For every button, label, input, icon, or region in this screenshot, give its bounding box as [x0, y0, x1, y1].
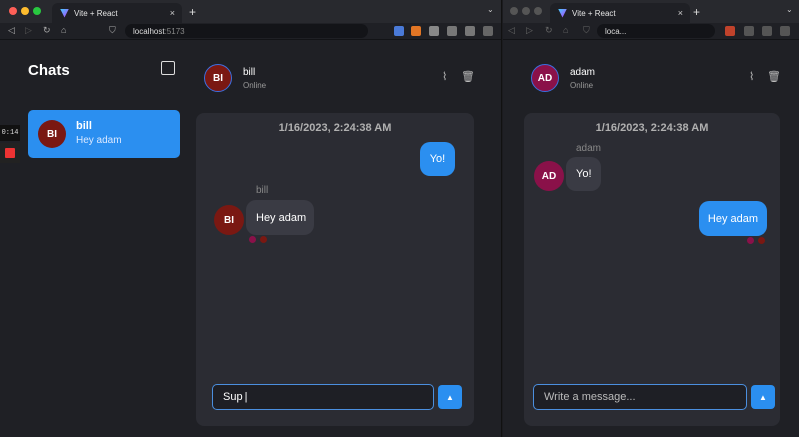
- message-sender: bill: [256, 185, 269, 196]
- read-receipt-avatar: [758, 237, 765, 244]
- bookmark-icon[interactable]: ⛉: [109, 25, 116, 36]
- tab-title: Vite + React: [572, 8, 616, 18]
- home-icon[interactable]: ⌂: [61, 25, 66, 35]
- message-input[interactable]: Sup |: [212, 384, 434, 410]
- chat-item-preview: Hey adam: [76, 135, 122, 146]
- contact-name: bill: [243, 67, 256, 78]
- wallet-icon[interactable]: [762, 26, 772, 36]
- chat-item-name: bill: [76, 120, 92, 132]
- close-tab-icon[interactable]: ×: [170, 8, 175, 18]
- forward-icon[interactable]: ▷: [526, 25, 533, 36]
- extensions-icon[interactable]: [744, 26, 754, 36]
- outgoing-message: Hey adam: [699, 201, 767, 236]
- menu-icon[interactable]: [780, 26, 790, 36]
- read-receipt-avatar: [260, 236, 267, 243]
- contact-status: Online: [243, 81, 267, 90]
- message-panel: 1/16/2023, 2:24:38 AM Yo! bill BI Hey ad…: [196, 113, 474, 426]
- vite-favicon-icon: [60, 8, 69, 18]
- right-browser-window: Vite + React × + ⌄ ◁ ▷ ↻ ⌂ ⛉ loca... AD …: [503, 0, 799, 437]
- zoom-window-button[interactable]: [33, 7, 41, 15]
- message-panel: 1/16/2023, 2:24:38 AM adam AD Yo! Hey ad…: [524, 113, 780, 426]
- app-page: AD adam Online ⌇ 🗑 1/16/2023, 2:24:38 AM…: [503, 41, 799, 437]
- new-tab-icon[interactable]: +: [189, 5, 196, 19]
- message-timestamp: 1/16/2023, 2:24:38 AM: [595, 122, 709, 134]
- compose-icon[interactable]: [161, 61, 175, 75]
- chat-header: BI bill Online ⌇ 🗑: [204, 57, 476, 97]
- chat-list-item[interactable]: BI bill Hey adam: [28, 110, 180, 158]
- contact-status: Online: [570, 81, 594, 90]
- minimize-window-button[interactable]: [522, 7, 530, 15]
- close-window-button[interactable]: [510, 7, 518, 15]
- send-button[interactable]: ▲: [751, 385, 775, 409]
- extensions-icon[interactable]: [429, 26, 439, 36]
- close-window-button[interactable]: [9, 7, 17, 15]
- tab-bar: Vite + React × + ⌄: [503, 0, 799, 23]
- reload-icon[interactable]: ↻: [43, 25, 51, 36]
- outgoing-message: Yo!: [420, 142, 455, 176]
- chat-sidebar: Chats BI bill Hey adam 0:14: [0, 41, 188, 437]
- forward-icon[interactable]: ▷: [25, 25, 32, 36]
- back-icon[interactable]: ◁: [508, 25, 515, 36]
- browser-tab[interactable]: Vite + React ×: [550, 3, 690, 23]
- sidebar-title: Chats: [28, 62, 70, 79]
- read-receipt-avatar: [249, 236, 256, 243]
- metamask-extension-icon[interactable]: [411, 26, 421, 36]
- reload-icon[interactable]: ↻: [545, 25, 553, 36]
- bookmark-icon[interactable]: ⛉: [583, 25, 590, 36]
- address-bar[interactable]: loca...: [597, 24, 715, 38]
- stop-recording-button[interactable]: [0, 143, 20, 163]
- sender-avatar: AD: [534, 161, 564, 191]
- browser-tab[interactable]: Vite + React ×: [52, 3, 182, 23]
- attach-icon[interactable]: ⌇: [442, 70, 447, 83]
- message-input[interactable]: Write a message...: [533, 384, 747, 410]
- zoom-window-button[interactable]: [534, 7, 542, 15]
- tab-title: Vite + React: [74, 8, 118, 18]
- url-port: :5173: [164, 26, 185, 36]
- menu-icon[interactable]: [483, 26, 493, 36]
- new-tab-icon[interactable]: +: [693, 5, 700, 19]
- recording-timer: 0:14: [0, 125, 20, 141]
- chat-header: AD adam Online ⌇ 🗑: [531, 57, 781, 97]
- contact-avatar: AD: [531, 64, 559, 92]
- address-bar[interactable]: localhost :5173: [125, 24, 368, 38]
- avatar: BI: [38, 120, 66, 148]
- sidebar-icon[interactable]: [447, 26, 457, 36]
- tab-bar: Vite + React × + ⌄: [0, 0, 501, 23]
- translate-extension-icon[interactable]: [394, 26, 404, 36]
- incoming-message: Yo!: [566, 157, 601, 191]
- toolbar: ◁ ▷ ↻ ⌂ ⛉ localhost :5173: [0, 23, 501, 40]
- wallet-icon[interactable]: [465, 26, 475, 36]
- sender-avatar: BI: [214, 205, 244, 235]
- url-host: loca...: [605, 26, 627, 36]
- read-receipt-avatar: [747, 237, 754, 244]
- trash-icon[interactable]: 🗑: [767, 70, 781, 83]
- message-timestamp: 1/16/2023, 2:24:38 AM: [278, 122, 392, 134]
- chevron-down-icon[interactable]: ⌄: [487, 5, 494, 14]
- contact-avatar: BI: [204, 64, 232, 92]
- close-tab-icon[interactable]: ×: [678, 8, 683, 18]
- vite-favicon-icon: [558, 8, 567, 18]
- send-button[interactable]: ▲: [438, 385, 462, 409]
- toolbar: ◁ ▷ ↻ ⌂ ⛉ loca...: [503, 23, 799, 40]
- minimize-window-button[interactable]: [21, 7, 29, 15]
- message-sender: adam: [576, 143, 602, 154]
- attach-icon[interactable]: ⌇: [749, 70, 754, 83]
- left-browser-window: Vite + React × + ⌄ ◁ ▷ ↻ ⌂ ⛉ localhost :…: [0, 0, 502, 437]
- back-icon[interactable]: ◁: [8, 25, 15, 36]
- app-page: Chats BI bill Hey adam 0:14 BI bill Onli…: [0, 41, 501, 437]
- url-host: localhost: [133, 26, 165, 36]
- chevron-down-icon[interactable]: ⌄: [786, 5, 793, 14]
- contact-name: adam: [570, 67, 596, 78]
- incoming-message: Hey adam: [246, 200, 314, 235]
- brave-shield-icon[interactable]: [725, 26, 735, 36]
- trash-icon[interactable]: 🗑: [461, 70, 475, 83]
- home-icon[interactable]: ⌂: [563, 25, 568, 35]
